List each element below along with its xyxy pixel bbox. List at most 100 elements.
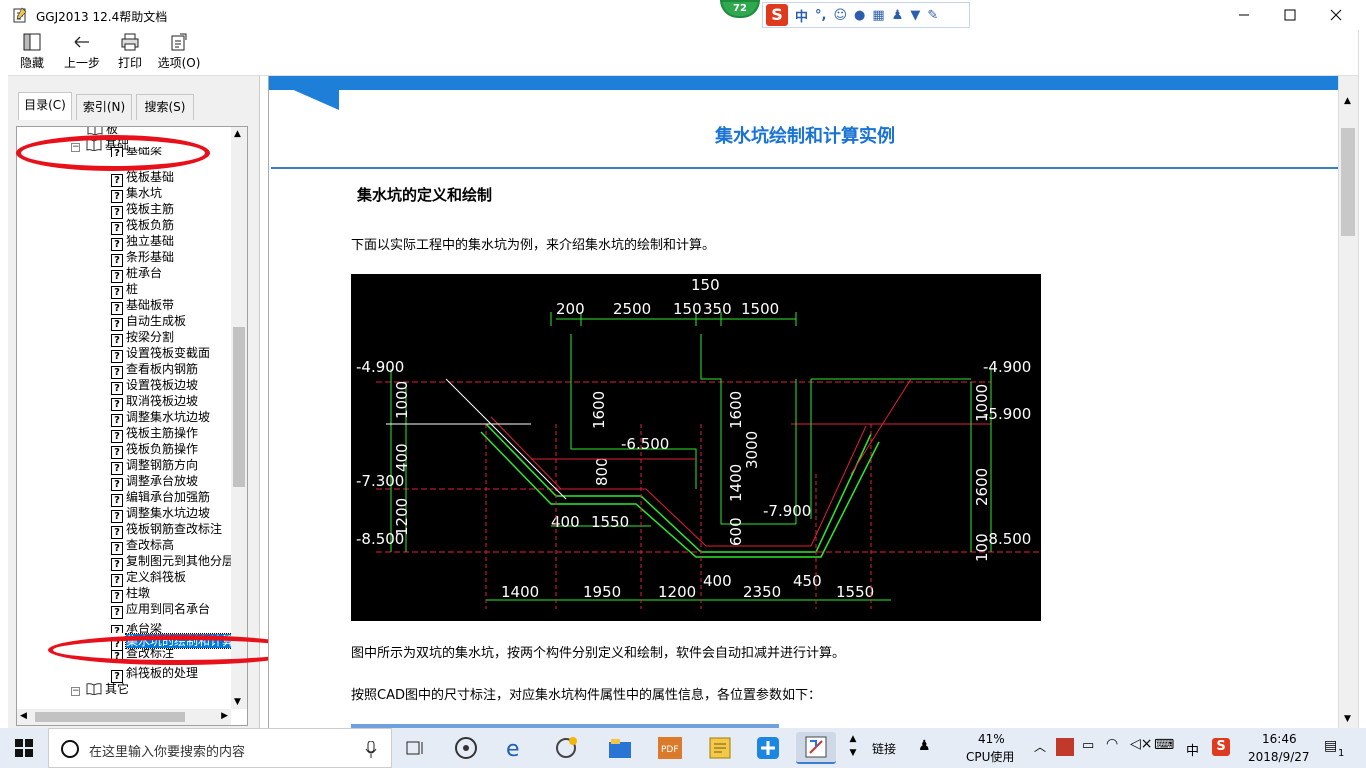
svg-text:150: 150 [691,276,720,294]
tree-item-after-2[interactable]: ? 斜筏板的处理 [111,665,198,683]
tree-item-partial-before-selected[interactable]: ? 承台梁 [111,623,162,633]
tree-item-label: 调整集水坑边坡 [126,506,211,520]
scroll-left-icon[interactable]: ◀ [20,711,27,721]
tray-app-icon[interactable] [1056,738,1074,756]
clock-time[interactable]: 16:46 [1262,732,1297,746]
tree-item-label: 筏板钢筋查改标注 [126,522,223,536]
sogou-tray-icon[interactable]: S [1212,738,1230,756]
tree-item[interactable]: ? 编辑承台加强筋 [111,489,210,507]
tree-item[interactable]: ? 调整集水坑边坡 [111,505,211,523]
tab-index[interactable]: 索引(N) [76,94,132,120]
help-window-taskbar-button[interactable] [796,732,836,764]
tree-item[interactable]: ? 基础板带 [111,297,174,315]
print-button[interactable]: 打印 [116,33,144,73]
hide-button[interactable]: 隐藏 [18,33,46,73]
svg-text:800: 800 [593,457,611,486]
tree-item[interactable]: ? 桩承台 [111,265,162,283]
tree-item[interactable]: ? 筏板负筋 [111,217,174,235]
tree-item[interactable]: ? 条形基础 [111,249,174,267]
sogou-logo-icon[interactable]: S [766,4,788,26]
maximize-button[interactable] [1267,0,1313,30]
pinwheel-app-icon[interactable] [450,732,482,764]
tab-search[interactable]: 搜索(S) [136,94,194,120]
scroll-right-icon[interactable]: ▶ [221,711,228,721]
tree-item[interactable]: ? 柱墩 [111,585,151,603]
scroll-down-icon[interactable]: ▼ [234,697,241,707]
touch-keyboard-icon[interactable]: ⌨ [1154,737,1174,753]
minimize-button[interactable] [1221,0,1267,30]
tree-item[interactable]: ? 筏板钢筋查改标注 [111,521,223,539]
task-view-icon[interactable] [400,732,432,764]
remote-app-icon[interactable] [752,732,784,764]
collapse-icon[interactable]: − [71,687,80,696]
close-button[interactable] [1313,0,1359,30]
tree-item-selected[interactable]: ? 集水坑的绘制和计算 [111,633,231,651]
tree-item[interactable]: ? 查改标高 [111,537,174,555]
collapse-icon[interactable]: − [71,143,80,152]
microphone-icon[interactable] [365,741,377,759]
input-language-indicator[interactable]: 中 [1186,740,1199,759]
help-topic-icon: ? [111,650,123,661]
tree-item[interactable]: ? 设置筏板变截面 [111,345,210,363]
pdf-app-icon[interactable]: PDF [654,732,686,764]
tree-item[interactable]: ? 筏板主筋 [111,201,174,219]
action-center-icon[interactable]: ▤ [1324,738,1337,754]
tree-folder-other[interactable]: − 其它 [71,681,129,697]
start-button[interactable] [0,728,48,768]
ime-toolbar[interactable]: S 中 °, ☺ ● ▦ ♟ ▼ ✎ [762,2,970,28]
tree-item[interactable]: ? 复制图元到其他分层 [111,553,231,571]
ime-lang-toggle[interactable]: 中 [795,6,808,25]
scroll-down-icon[interactable]: ▼ [1344,714,1351,724]
microphone-icon[interactable]: ● [854,8,865,23]
volume-muted-icon[interactable]: ◁× [1130,736,1153,752]
user-icon[interactable]: ♟ [892,8,904,23]
tray-overflow-chevron-icon[interactable]: ︿ [1034,738,1046,755]
taskbar-search-box[interactable]: 在这里输入你要搜索的内容 [48,728,392,768]
options-button[interactable]: 选项(O) [156,33,202,73]
wrench-icon[interactable]: ✎ [927,8,938,23]
tree-item[interactable]: ? 调整承台放坡 [111,473,198,491]
edge-browser-icon[interactable]: e [500,732,532,764]
svg-text:-4.900: -4.900 [356,358,404,376]
tree-item[interactable]: ? 按梁分割 [111,329,174,347]
skin-shirt-icon[interactable]: ▼ [910,8,920,23]
notes-app-icon[interactable] [704,732,736,764]
tab-contents[interactable]: 目录(C) [18,92,72,120]
tree-item[interactable]: ? 集水坑 [111,185,162,203]
tree-item[interactable]: ? 筏板主筋操作 [111,425,198,443]
svg-text:1950: 1950 [583,583,621,601]
tree-horizontal-scroll-thumb[interactable] [35,712,185,722]
tree-item[interactable]: ? 定义斜筏板 [111,569,186,587]
taskbar-scroll-icon[interactable]: ▲ ▼ [846,732,860,764]
tree-item-label: 柱墩 [126,586,151,600]
ime-punct-toggle[interactable]: °, [815,8,826,23]
tree-item[interactable]: ? 筏板负筋操作 [111,441,198,459]
smiley-icon[interactable]: ☺ [833,8,847,23]
tree-item-after-1[interactable]: ? 查改标注 [111,649,174,661]
tree-vertical-scroll-thumb[interactable] [233,327,245,487]
tree-item[interactable]: ? 调整钢筋方向 [111,457,198,475]
tree-item[interactable]: ? 设置筏板边坡 [111,377,198,395]
content-vertical-scroll-thumb[interactable] [1341,128,1355,236]
tree-item[interactable]: ? 自动生成板 [111,313,186,331]
scroll-up-icon[interactable]: ▲ [1344,96,1351,106]
tree-item[interactable]: ? 独立基础 [111,233,174,251]
wifi-icon[interactable]: ◠ [1106,736,1118,752]
tree-item[interactable]: ? 查看板内钢筋 [111,361,198,379]
people-icon[interactable]: ♟ [918,738,931,754]
app-notification-icon[interactable] [550,732,582,764]
file-explorer-icon[interactable] [604,732,636,764]
clock-date[interactable]: 2018/9/27 [1248,750,1310,764]
tree-item[interactable]: ? 筏板基础 [111,169,174,187]
links-toolbar-label[interactable]: 链接 [872,740,896,757]
back-button[interactable]: 上一步 [62,33,102,73]
tree-item-partial[interactable]: 板 [87,127,118,137]
tree-item-partial-first[interactable]: ? 基础梁 [111,147,162,157]
tree-item[interactable]: ? 取消筏板边坡 [111,393,198,411]
tree-item[interactable]: ? 桩 [111,281,138,299]
keyboard-icon[interactable]: ▦ [872,8,884,23]
battery-icon[interactable]: ▭ [1082,738,1094,753]
tree-item[interactable]: ? 应用到同名承台 [111,601,210,619]
tree-item[interactable]: ? 调整集水坑边坡 [111,409,210,427]
scroll-up-icon[interactable]: ▲ [234,129,241,139]
